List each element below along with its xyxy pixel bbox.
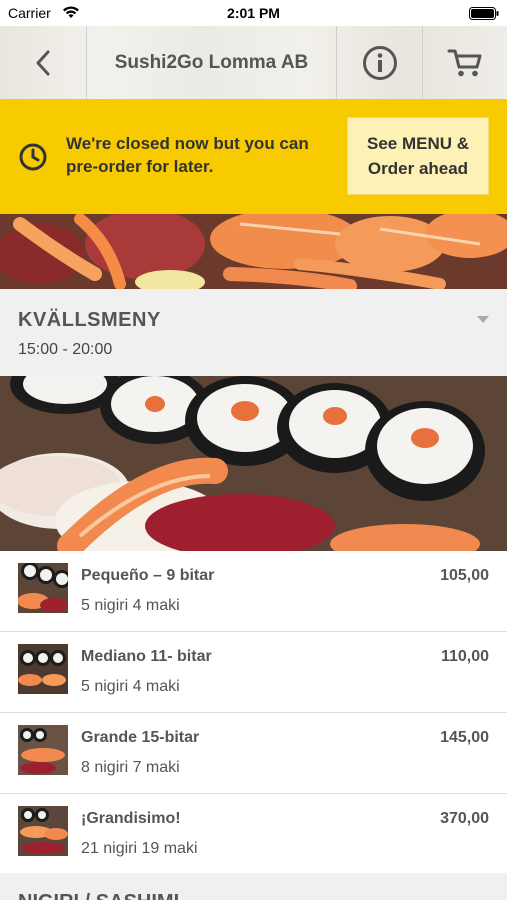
item-name: Pequeño – 9 bitar <box>81 567 215 584</box>
item-description: 21 nigiri 19 maki <box>81 840 198 857</box>
item-description: 8 nigiri 7 maki <box>81 759 180 776</box>
info-button[interactable] <box>337 26 422 99</box>
cart-button[interactable] <box>423 26 507 99</box>
section-image <box>0 376 507 551</box>
item-name: Grande 15-bitar <box>81 729 200 746</box>
closed-message: We're closed now but you can pre-order f… <box>66 134 309 176</box>
item-thumbnail <box>18 563 68 613</box>
cart-icon <box>447 49 482 76</box>
section-title: KVÄLLSMENY <box>18 309 161 331</box>
nav-bar: Sushi2Go Lomma AB <box>0 26 507 100</box>
status-bar: Carrier 2:01 PM <box>0 0 507 26</box>
page-title: Sushi2Go Lomma AB <box>114 51 309 73</box>
hero-image <box>0 214 507 289</box>
back-chevron-icon <box>36 50 50 75</box>
item-thumbnail <box>18 806 68 856</box>
section-hours: 15:00 - 20:00 <box>18 341 113 358</box>
item-price: 145,00 <box>440 729 489 746</box>
item-description: 5 nigiri 4 maki <box>81 597 180 614</box>
menu-section-header[interactable]: KVÄLLSMENY 15:00 - 20:00 <box>0 289 507 376</box>
clock-icon <box>19 143 47 171</box>
item-name: ¡Grandisimo! <box>81 810 181 827</box>
menu-item-pequeno[interactable]: Pequeño – 9 bitar 5 nigiri 4 maki 105,00 <box>0 551 507 632</box>
status-time: 2:01 PM <box>227 5 280 21</box>
menu-item-list: Pequeño – 9 bitar 5 nigiri 4 maki 105,00… <box>0 551 507 875</box>
menu-item-grandisimo[interactable]: ¡Grandisimo! 21 nigiri 19 maki 370,00 <box>0 794 507 875</box>
closed-banner: We're closed now but you can pre-order f… <box>0 99 507 214</box>
info-icon <box>362 45 397 80</box>
restaurant-title-area: Sushi2Go Lomma AB <box>87 26 336 99</box>
item-price: 110,00 <box>440 648 489 665</box>
see-menu-order-ahead-button[interactable]: See MENU & Order ahead <box>347 117 489 195</box>
item-thumbnail <box>18 644 68 694</box>
item-price: 370,00 <box>440 810 489 827</box>
collapse-caret-icon[interactable] <box>477 316 489 323</box>
menu-item-mediano[interactable]: Mediano 11- bitar 5 nigiri 4 maki 110,00 <box>0 632 507 713</box>
next-section-header[interactable]: NIGIRI / SASHIMI <box>0 873 507 900</box>
back-button[interactable] <box>0 26 86 99</box>
item-description: 5 nigiri 4 maki <box>81 678 180 695</box>
item-thumbnail <box>18 725 68 775</box>
next-section-title: NIGIRI / SASHIMI <box>18 891 179 900</box>
item-price: 105,00 <box>440 567 489 584</box>
battery-icon <box>469 7 499 20</box>
menu-item-grande[interactable]: Grande 15-bitar 8 nigiri 7 maki 145,00 <box>0 713 507 794</box>
item-name: Mediano 11- bitar <box>81 648 212 665</box>
